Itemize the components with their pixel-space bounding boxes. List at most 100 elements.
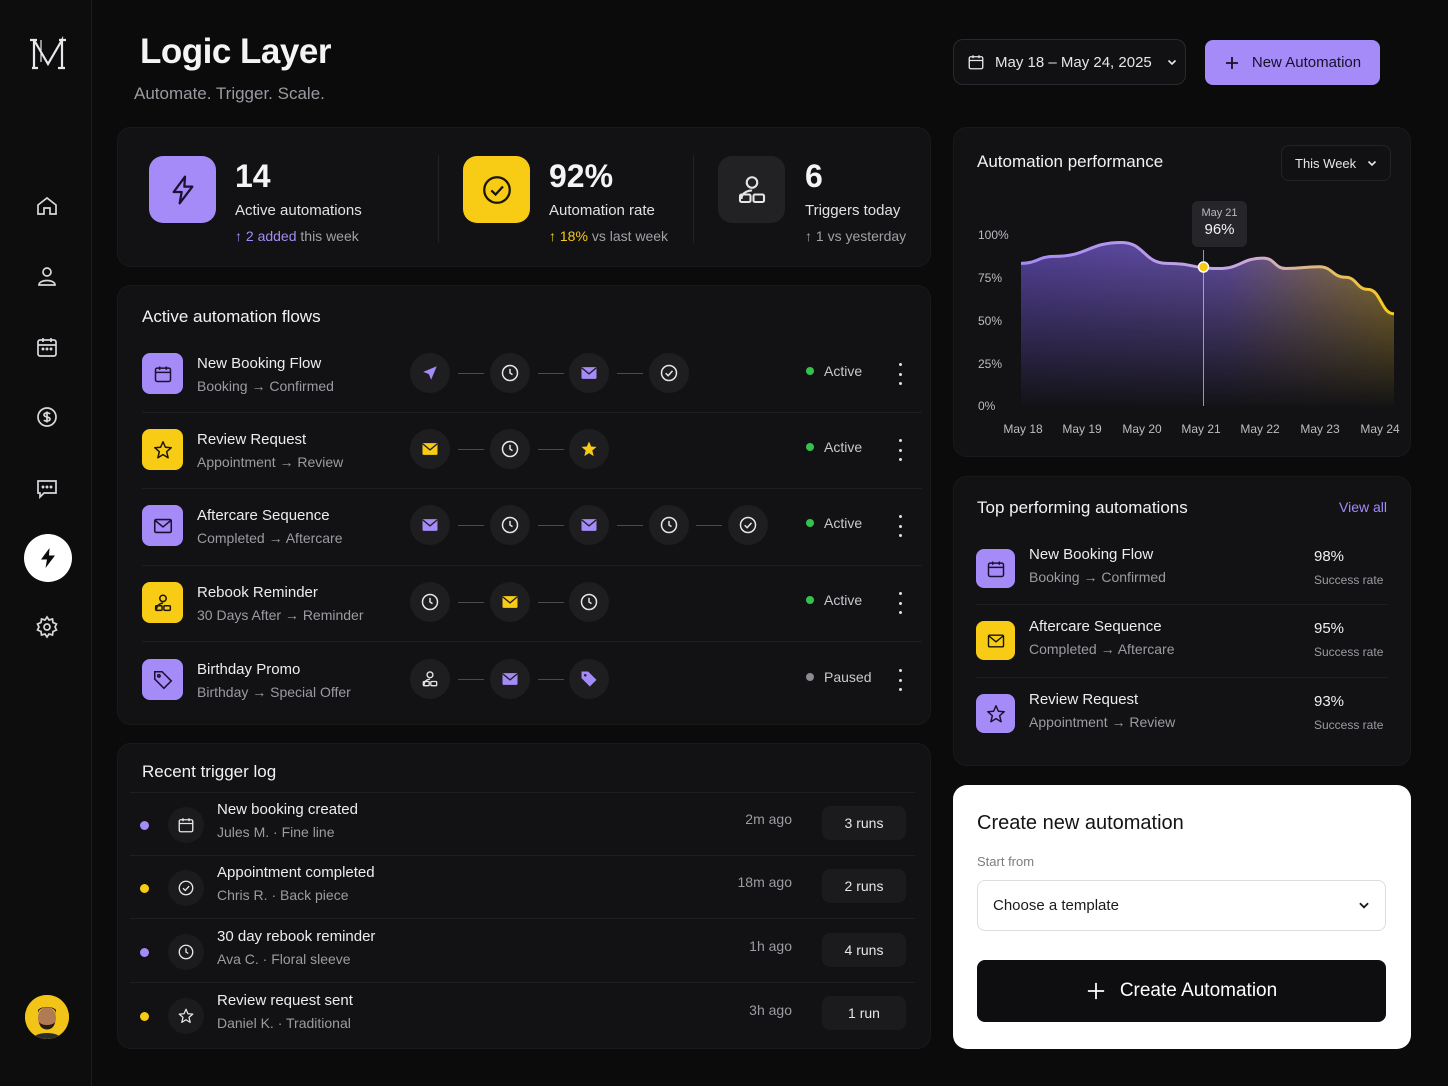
create-automation-label: Create Automation xyxy=(1119,980,1278,1001)
log-client: Chris R. · Back piece xyxy=(217,887,349,903)
flow-status-label: Paused xyxy=(824,669,872,685)
mail-icon xyxy=(153,518,172,533)
flow-row[interactable]: Aftercare Sequence Completed → Aftercare… xyxy=(142,505,922,581)
page-title: Logic Layer xyxy=(140,32,331,71)
more-options-icon[interactable] xyxy=(896,439,904,461)
success-rate-caption: Success rate xyxy=(1314,718,1384,732)
log-row[interactable]: Appointment completed Chris R. · Back pi… xyxy=(138,862,908,918)
flow-row[interactable]: Birthday Promo Birthday → Special Offer … xyxy=(142,659,922,735)
top-trigger: Completed → Aftercare xyxy=(1029,641,1175,657)
step xyxy=(490,505,530,545)
step xyxy=(569,353,609,393)
user-avatar[interactable] xyxy=(25,995,69,1039)
log-row[interactable]: New booking created Jules M. · Fine line… xyxy=(138,799,908,855)
view-all-link[interactable]: View all xyxy=(1339,499,1387,515)
star-icon xyxy=(178,1008,194,1024)
tooltip-date: May 21 xyxy=(1201,207,1238,219)
log-row[interactable]: Review request sent Daniel K. · Traditio… xyxy=(138,990,908,1046)
flows-title: Active automation flows xyxy=(142,307,321,326)
nav-payments[interactable] xyxy=(30,400,64,434)
success-rate-caption: Success rate xyxy=(1314,645,1384,659)
check-circle-icon xyxy=(660,364,678,382)
stat-automations-delta: ↑ 2 added this week xyxy=(235,228,359,244)
divider xyxy=(130,982,915,983)
nav-messages[interactable] xyxy=(30,471,64,505)
step-connector xyxy=(538,679,564,680)
log-time: 3h ago xyxy=(749,1002,792,1018)
flow-trigger: Appointment → Review xyxy=(197,454,344,470)
flow-name: Aftercare Sequence xyxy=(197,507,330,524)
success-rate-value: 98% xyxy=(1314,548,1345,565)
more-options-icon[interactable] xyxy=(896,669,904,691)
range-select-value: This Week xyxy=(1295,155,1357,171)
step-connector xyxy=(617,525,643,526)
create-automation-button[interactable]: Create Automation xyxy=(977,960,1386,1022)
step-connector xyxy=(458,373,484,374)
check-circle-icon xyxy=(178,880,194,896)
range-select[interactable]: This Week xyxy=(1281,145,1391,181)
log-time: 1h ago xyxy=(749,938,792,954)
log-row[interactable]: 30 day rebook reminder Ava C. · Floral s… xyxy=(138,926,908,982)
nav-calendar[interactable] xyxy=(30,330,64,364)
nav-settings[interactable] xyxy=(30,610,64,644)
flow-status: Paused xyxy=(806,669,871,685)
divider xyxy=(976,677,1388,678)
stat-triggers-delta: ↑ 1 vs yesterday xyxy=(805,228,906,244)
plus-icon xyxy=(1087,982,1104,1000)
step-connector xyxy=(696,525,722,526)
x-tick: May 20 xyxy=(1122,422,1162,436)
clock-icon xyxy=(660,516,678,534)
tag-icon xyxy=(581,671,597,687)
flow-trigger: Booking → Confirmed xyxy=(197,378,334,394)
top-performing-title: Top performing automations xyxy=(977,498,1188,517)
nav-home[interactable] xyxy=(30,189,64,223)
step xyxy=(490,429,530,469)
new-automation-button[interactable]: New Automation xyxy=(1205,40,1380,85)
page-subtitle: Automate. Trigger. Scale. xyxy=(134,84,325,103)
stat-triggers-delta-suffix: vs yesterday xyxy=(827,228,907,244)
template-select[interactable]: Choose a template xyxy=(977,880,1386,931)
top-row[interactable]: New Booking Flow Booking → Confirmed 98%… xyxy=(976,544,1388,600)
clock-icon xyxy=(501,440,519,458)
stat-rate-tile xyxy=(463,156,530,223)
log-icon xyxy=(168,807,204,843)
mail-icon xyxy=(987,633,1004,648)
lightning-icon xyxy=(41,548,55,568)
top-name: Aftercare Sequence xyxy=(1029,618,1162,635)
log-time: 18m ago xyxy=(737,874,792,890)
more-options-icon[interactable] xyxy=(896,515,904,537)
top-row[interactable]: Aftercare Sequence Completed → Aftercare… xyxy=(976,616,1388,672)
mail-icon xyxy=(581,367,597,379)
flow-row[interactable]: Rebook Reminder 30 Days After → Reminder… xyxy=(142,582,922,658)
more-options-icon[interactable] xyxy=(896,363,904,385)
chevron-down-icon xyxy=(1167,59,1176,66)
star-icon xyxy=(581,441,597,457)
top-name: Review Request xyxy=(1029,691,1139,708)
nav-clients[interactable] xyxy=(30,259,64,293)
users-icon xyxy=(422,671,438,687)
step-connector xyxy=(538,449,564,450)
step xyxy=(410,659,450,699)
log-runs-badge: 4 runs xyxy=(822,933,906,967)
mail-icon xyxy=(502,673,518,685)
user-icon xyxy=(38,267,56,286)
step xyxy=(410,353,450,393)
more-options-icon[interactable] xyxy=(896,592,904,614)
log-time: 2m ago xyxy=(745,811,792,827)
x-tick: May 24 xyxy=(1360,422,1400,436)
create-automation-card: Create new automation Start from Choose … xyxy=(953,785,1411,1049)
step xyxy=(649,353,689,393)
top-row[interactable]: Review Request Appointment → Review 93% … xyxy=(976,689,1388,745)
y-tick: 100% xyxy=(978,228,1009,242)
date-range-picker[interactable]: May 18 – May 24, 2025 xyxy=(953,39,1186,85)
step-connector xyxy=(458,449,484,450)
flow-row[interactable]: Review Request Appointment → Review Acti… xyxy=(142,429,922,505)
calendar-icon xyxy=(987,561,1004,577)
log-indicator xyxy=(140,948,149,957)
flow-status-label: Active xyxy=(824,592,863,608)
flow-row[interactable]: New Booking Flow Booking → Confirmed Act… xyxy=(142,353,922,429)
flow-status-label: Active xyxy=(824,363,863,379)
stat-triggers-label: Triggers today xyxy=(805,202,901,219)
nav-automations[interactable] xyxy=(24,534,72,582)
stat-triggers-delta-value: 1 xyxy=(815,228,824,244)
